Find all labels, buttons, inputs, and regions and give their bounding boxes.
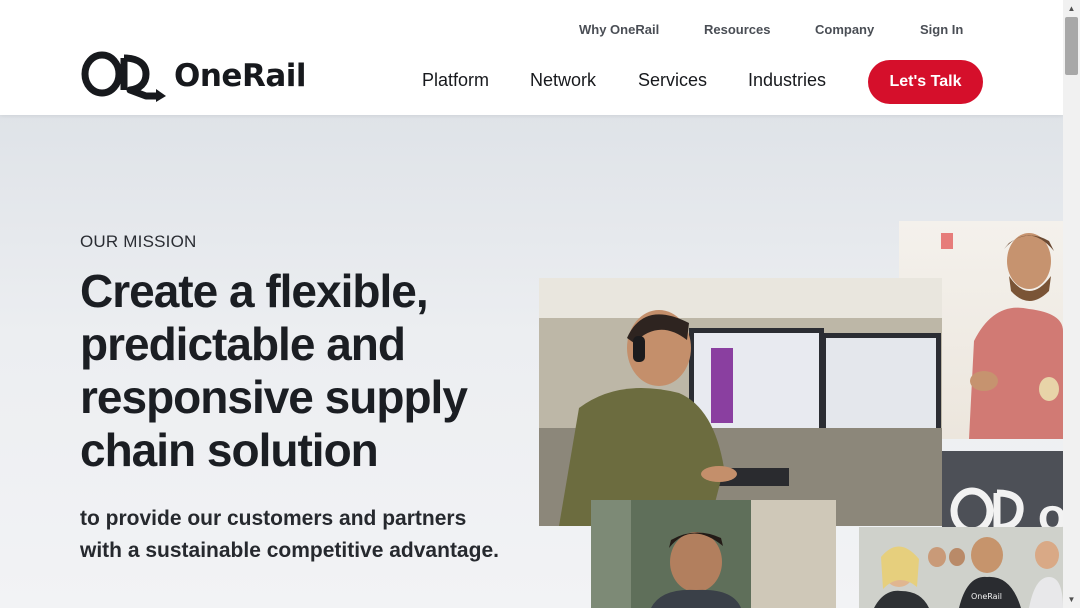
scroll-thumb[interactable] xyxy=(1065,17,1078,75)
nav-link-network[interactable]: Network xyxy=(530,70,596,91)
page-scrollbar[interactable]: ▲ ▼ xyxy=(1063,0,1080,608)
nav-link-services[interactable]: Services xyxy=(638,70,707,91)
utility-nav: Why OneRail Resources Company Sign In xyxy=(0,22,1063,40)
nav-link-industries[interactable]: Industries xyxy=(748,70,826,91)
hero-headline: Create a flexible, predictable and respo… xyxy=(80,265,468,476)
brand-name: OneRail xyxy=(174,58,307,94)
util-link-sign-in[interactable]: Sign In xyxy=(920,22,963,37)
util-link-resources[interactable]: Resources xyxy=(704,22,770,37)
onerail-logo[interactable]: OneRail xyxy=(80,50,307,102)
photo-smiling-man-plants xyxy=(591,500,836,608)
scroll-down-arrow-icon[interactable]: ▼ xyxy=(1063,591,1080,608)
lets-talk-button[interactable]: Let's Talk xyxy=(868,60,983,104)
site-header: OneRail Why OneRail Resources Company Si… xyxy=(0,0,1063,115)
hero-subline: to provide our customers and partners wi… xyxy=(80,507,499,562)
photo-team-group: OneRail xyxy=(859,527,1063,608)
scroll-up-arrow-icon[interactable]: ▲ xyxy=(1063,0,1080,17)
hero-section: OUR MISSION Create a flexible, predictab… xyxy=(0,115,1063,608)
onerail-logo-icon xyxy=(81,51,166,102)
team-shirt-logo: OneRail xyxy=(971,592,1002,601)
hero-eyebrow: OUR MISSION xyxy=(80,232,197,251)
util-link-why-onerail[interactable]: Why OneRail xyxy=(579,22,659,37)
util-link-company[interactable]: Company xyxy=(815,22,874,37)
nav-link-platform[interactable]: Platform xyxy=(422,70,489,91)
photo-man-at-computer xyxy=(539,278,942,526)
